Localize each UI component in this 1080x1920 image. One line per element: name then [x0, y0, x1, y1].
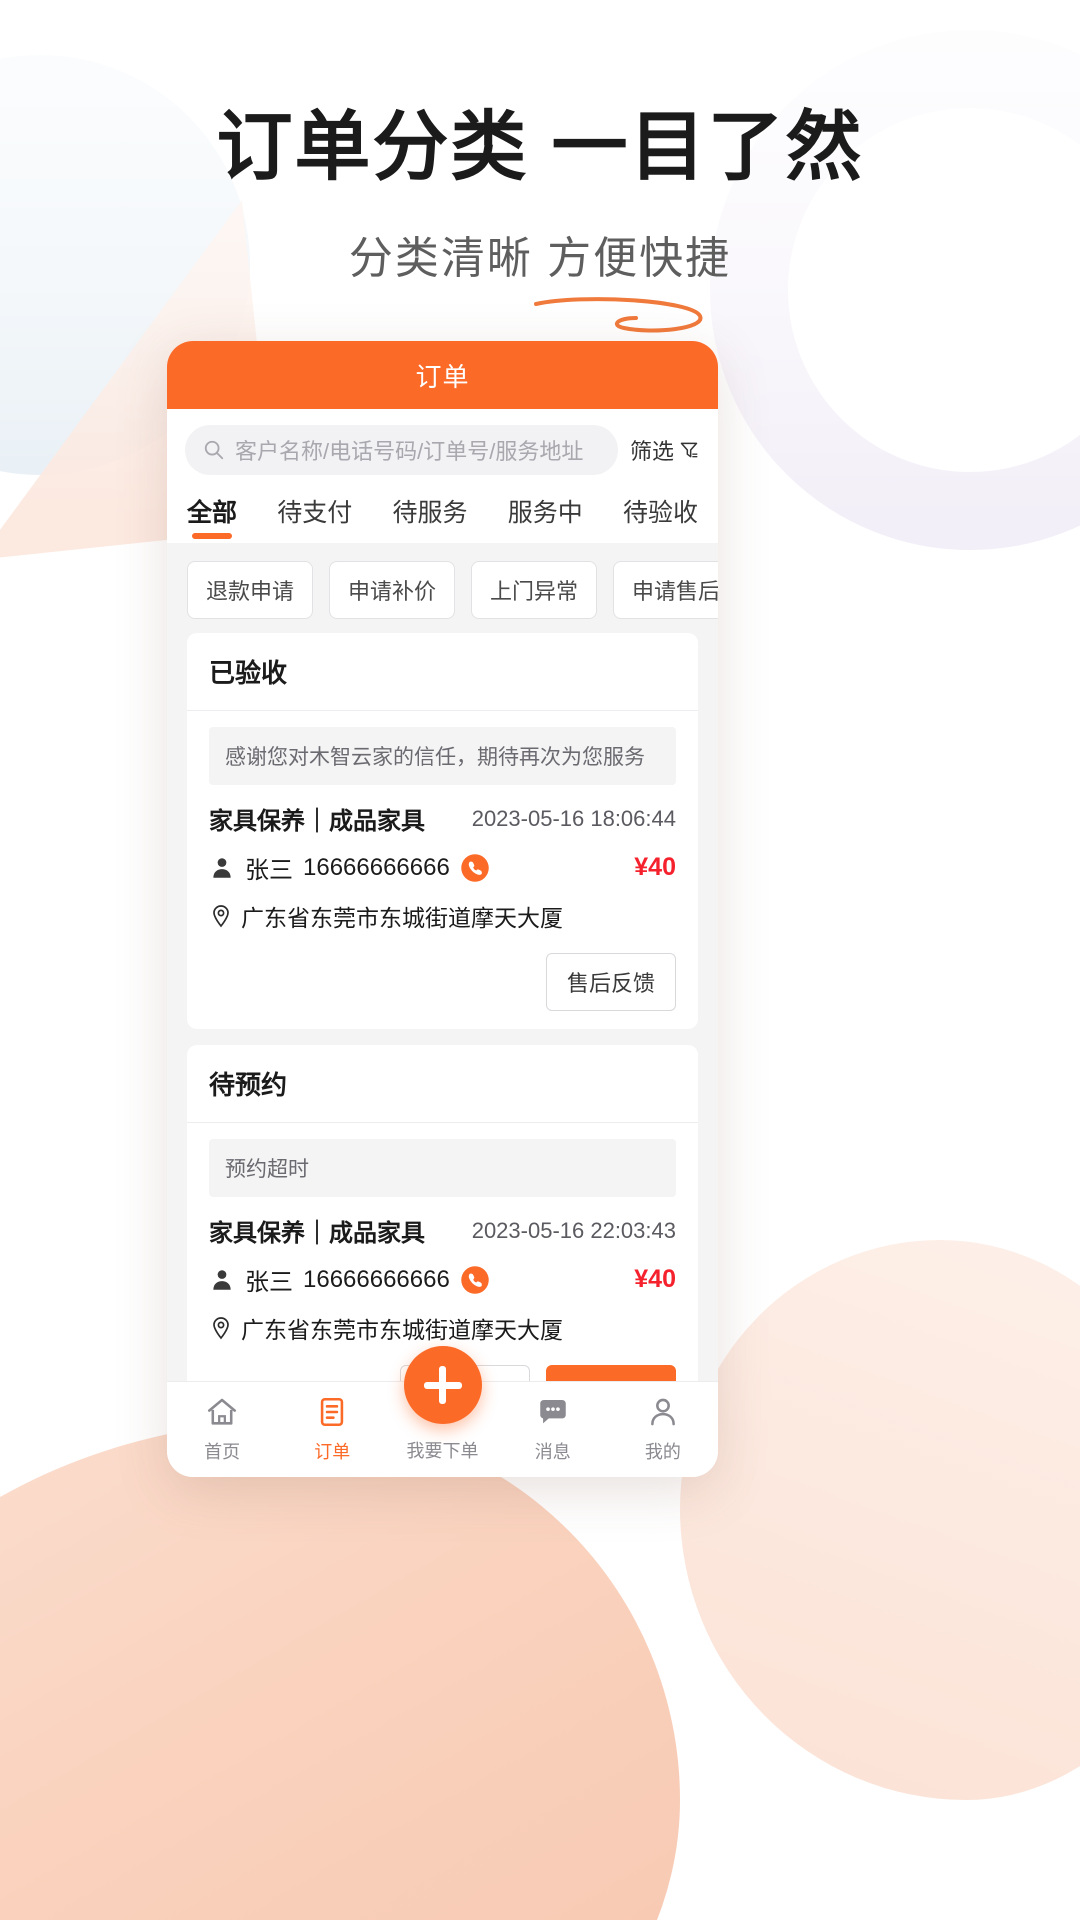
customer-name: 张三: [245, 1269, 293, 1296]
message-icon: [539, 1399, 566, 1424]
order-card-body: 预约超时 家具保养｜成品家具 2023-05-16 22:03:43 张三 16…: [187, 1123, 698, 1381]
order-time: 2023-05-16 18:06:44: [471, 805, 676, 831]
tab-pending-acceptance[interactable]: 待验收: [623, 493, 698, 543]
app-bar: 订单: [167, 341, 718, 409]
order-note: 预约超时: [209, 1139, 676, 1197]
tab-in-service-label: 服务中: [507, 499, 583, 527]
after-sales-feedback-button[interactable]: 售后反馈: [545, 953, 676, 1011]
page-title: 订单: [415, 361, 470, 392]
location-pin-icon: [213, 1317, 229, 1340]
tabbar-label-place-order: 我要下单: [406, 1441, 479, 1461]
tab-all-label: 全部: [187, 499, 238, 527]
search-row: 客户名称/电话号码/订单号/服务地址 筛选: [167, 409, 718, 485]
order-service-name: 家具保养｜成品家具: [209, 1220, 425, 1247]
customer-phone: 16666666666: [303, 1265, 450, 1293]
hero-title: 订单分类 一目了然: [216, 105, 864, 190]
phone-call-icon[interactable]: [460, 1265, 490, 1295]
order-service-row: 家具保养｜成品家具 2023-05-16 18:06:44: [209, 801, 676, 836]
search-placeholder: 客户名称/电话号码/订单号/服务地址: [235, 439, 584, 464]
tab-pending-payment-label: 待支付: [277, 499, 353, 527]
filter-button[interactable]: 筛选: [630, 434, 700, 466]
customer-name: 张三: [245, 857, 293, 884]
hero-section: 订单分类 一目了然 分类清晰 方便快捷: [0, 0, 1080, 286]
tabbar-label-messages: 消息: [534, 1442, 571, 1462]
phone-call-icon[interactable]: [460, 853, 490, 883]
filter-icon: [680, 442, 698, 458]
hero-subtitle: 分类清晰 方便快捷: [348, 233, 732, 283]
order-list-scroll[interactable]: 退款申请 申请补价 上门异常 申请售后 已验收 感谢您对木智云家的信任，期待再次…: [167, 543, 718, 1381]
search-icon: [204, 440, 224, 460]
quick-filter-chips: 退款申请 申请补价 上门异常 申请售后: [167, 543, 718, 633]
order-price: ¥40: [634, 1265, 676, 1293]
tab-in-service[interactable]: 服务中: [508, 493, 583, 543]
swoosh-icon: [534, 296, 703, 333]
order-note: 感谢您对木智云家的信任，期待再次为您服务: [209, 727, 676, 785]
order-card[interactable]: 待预约 预约超时 家具保养｜成品家具 2023-05-16 22:03:43 张…: [187, 1045, 698, 1381]
tab-pending-service-label: 待服务: [392, 499, 468, 527]
tabbar-item-profile[interactable]: 我的: [608, 1395, 718, 1464]
order-address: 广东省东莞市东城街道摩天大厦: [241, 1317, 563, 1343]
chip-refund-request[interactable]: 退款申请: [187, 561, 314, 619]
chip-after-sales[interactable]: 申请售后: [613, 561, 718, 619]
order-status-tabs: 全部 待支付 待服务 服务中 待验收: [167, 485, 718, 543]
bottom-tab-bar: 首页 订单 我要下单 消息 我的: [167, 1346, 718, 1477]
order-price: ¥40: [634, 853, 676, 881]
tab-pending-service[interactable]: 待服务: [392, 493, 467, 543]
tab-all[interactable]: 全部: [187, 493, 237, 543]
peach-blob-bottom: [0, 1420, 680, 1920]
search-input[interactable]: 客户名称/电话号码/订单号/服务地址: [185, 425, 618, 475]
peach-blob-right: [680, 1240, 1080, 1800]
order-contact: 张三 16666666666: [209, 850, 490, 885]
order-status-title: 已验收: [187, 633, 698, 711]
tabbar-item-messages[interactable]: 消息: [498, 1395, 608, 1464]
order-address: 广东省东莞市东城街道摩天大厦: [241, 905, 563, 931]
tab-pending-acceptance-label: 待验收: [622, 499, 698, 527]
phone-mockup: 订单 客户名称/电话号码/订单号/服务地址 筛选 全部 待支付 待服务 服务中 …: [167, 341, 718, 1477]
order-icon: [321, 1397, 344, 1427]
order-contact-row: 张三 16666666666 ¥40: [209, 1262, 676, 1297]
order-card[interactable]: 已验收 感谢您对木智云家的信任，期待再次为您服务 家具保养｜成品家具 2023-…: [187, 633, 698, 1029]
order-address-row: 广东省东莞市东城街道摩天大厦: [209, 1311, 676, 1345]
tab-pending-payment[interactable]: 待支付: [277, 493, 352, 543]
tabbar-item-home[interactable]: 首页: [167, 1395, 277, 1464]
chip-visit-exception[interactable]: 上门异常: [471, 561, 598, 619]
chip-price-supplement[interactable]: 申请补价: [329, 561, 456, 619]
place-order-fab[interactable]: [403, 1346, 482, 1424]
order-actions: 售后反馈: [209, 939, 676, 1011]
order-contact: 张三 16666666666: [209, 1262, 490, 1297]
order-card-body: 感谢您对木智云家的信任，期待再次为您服务 家具保养｜成品家具 2023-05-1…: [187, 711, 698, 1029]
add-item-surcharge-button[interactable]: 增项补价: [545, 1365, 676, 1381]
tabbar-label-home: 首页: [204, 1442, 241, 1462]
order-address-row: 广东省东莞市东城街道摩天大厦: [209, 899, 676, 933]
order-status-title: 待预约: [187, 1045, 698, 1123]
order-contact-row: 张三 16666666666 ¥40: [209, 850, 676, 885]
home-icon: [208, 1398, 237, 1425]
person-icon: [213, 857, 231, 878]
filter-label: 筛选: [629, 439, 674, 464]
order-service-name: 家具保养｜成品家具: [209, 808, 425, 835]
person-icon: [213, 1269, 231, 1290]
order-time: 2023-05-16 22:03:43: [471, 1217, 676, 1243]
user-icon: [651, 1398, 675, 1426]
order-service-row: 家具保养｜成品家具 2023-05-16 22:03:43: [209, 1213, 676, 1248]
tabbar-label-profile: 我的: [644, 1442, 681, 1462]
location-pin-icon: [213, 905, 229, 928]
customer-phone: 16666666666: [303, 853, 450, 881]
tabbar-label-orders: 订单: [314, 1442, 351, 1462]
tabbar-item-orders[interactable]: 订单: [277, 1395, 387, 1464]
